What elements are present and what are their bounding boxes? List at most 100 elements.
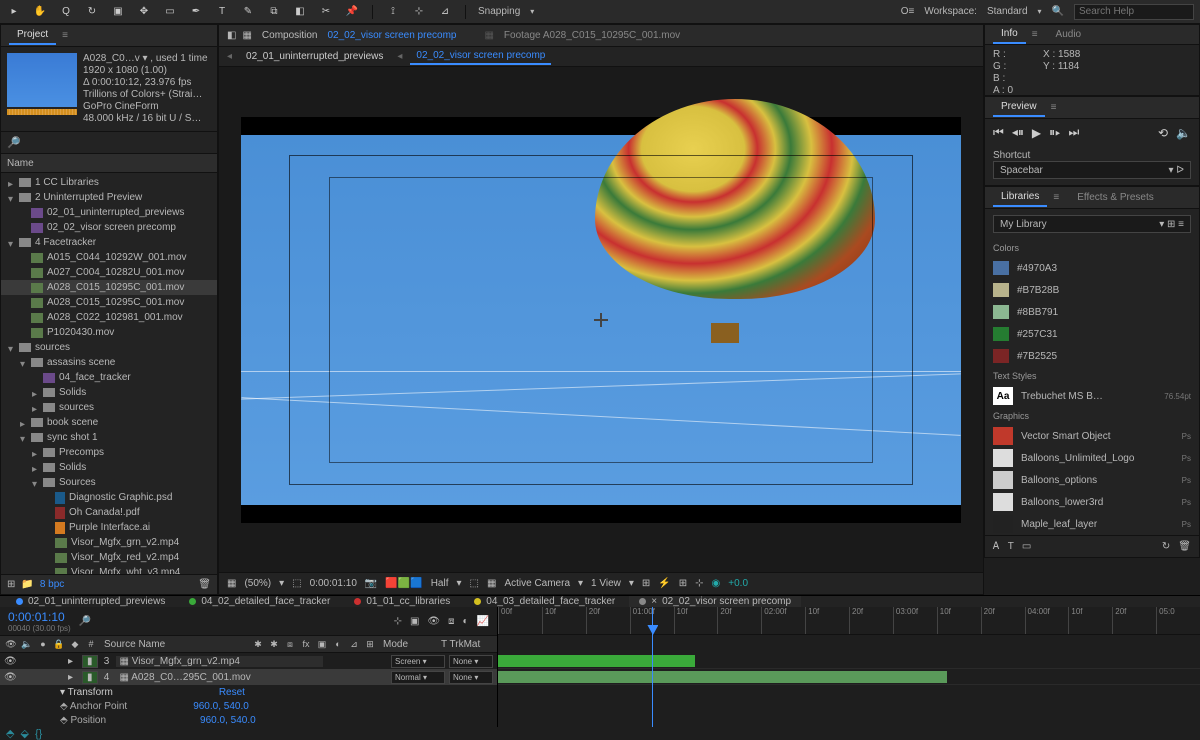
flowchart-icon[interactable]: ⊹ (695, 578, 703, 589)
world-axis-icon[interactable]: ⊹ (411, 4, 427, 20)
motion-blur-icon[interactable]: ◐ (463, 616, 469, 627)
timeline-icon[interactable]: ⊞ (679, 578, 687, 589)
mute-icon[interactable]: 🔈 (1176, 126, 1191, 140)
timeline-tab[interactable]: 04_02_detailed_face_tracker (179, 596, 340, 607)
lib-type-icon[interactable]: T (1008, 541, 1014, 552)
layer-bar[interactable] (498, 671, 947, 683)
timecode-display[interactable]: 0:00:01:10 (310, 578, 357, 589)
shape-tool-icon[interactable]: ▭ (162, 4, 178, 20)
composition-viewer[interactable] (219, 67, 983, 572)
zoom-tool-icon[interactable]: Q (58, 4, 74, 20)
col-audio-icon[interactable]: 🔈 (20, 639, 34, 650)
resolution-down-icon[interactable]: ⬚ (292, 578, 301, 589)
project-search-icon[interactable]: 🔎 (7, 137, 21, 149)
shortcut-dropdown[interactable]: Spacebar▾ ᐅ (993, 161, 1191, 179)
lib-sync-icon[interactable]: ↻ (1162, 541, 1170, 552)
col-trkmat[interactable]: T TrkMat (441, 639, 493, 650)
layer-track[interactable] (498, 669, 1200, 685)
selection-tool-icon[interactable]: ▸ (6, 4, 22, 20)
local-axis-icon[interactable]: ⟟ (385, 4, 401, 20)
always-preview-icon[interactable]: ▦ (227, 578, 236, 589)
tree-item[interactable]: P1020430.mov (1, 325, 217, 340)
timeline-tab[interactable]: 02_01_uninterrupted_previews (6, 596, 175, 607)
exposure-value[interactable]: +0.0 (728, 578, 748, 589)
property-row[interactable]: ⬘ Position960.0, 540.0 (0, 713, 497, 727)
pixel-aspect-icon[interactable]: ⊞ (642, 578, 650, 589)
hide-shy-icon[interactable]: 👁 (427, 616, 440, 627)
panel-menu-icon[interactable]: ≡ (62, 30, 68, 41)
layer-bar[interactable] (498, 655, 695, 667)
layer-row[interactable]: 👁▸▮3▦ Visor_Mgfx_grn_v2.mp4Screen ▾None … (0, 653, 497, 669)
workspace-chevron-icon[interactable]: ▾ (1038, 7, 1042, 16)
fast-preview-icon[interactable]: ⚡ (658, 578, 670, 589)
tree-item[interactable]: 02_01_uninterrupted_previews (1, 205, 217, 220)
breadcrumb-comp[interactable]: 02_02_visor screen precomp (328, 30, 457, 41)
puppet-tool-icon[interactable]: 📌 (344, 4, 360, 20)
hand-tool-icon[interactable]: ✋ (32, 4, 48, 20)
effects-presets-tab[interactable]: Effects & Presets (1069, 189, 1162, 206)
camera-tool-icon[interactable]: ▣ (110, 4, 126, 20)
delete-icon[interactable]: 🗑 (198, 579, 211, 590)
time-ruler[interactable]: 00f10f20f01:00f10f20f02:00f10f20f03:00f1… (498, 607, 1200, 635)
loop-icon[interactable]: ⟲ (1158, 126, 1168, 140)
new-folder-icon[interactable]: 📁 (21, 579, 33, 590)
color-swatch-item[interactable]: #7B2525 (985, 345, 1199, 367)
graphic-item[interactable]: Maple_leaf_layerPs (985, 513, 1199, 535)
bpc-button[interactable]: 8 bpc (40, 579, 64, 590)
pan-behind-tool-icon[interactable]: ✥ (136, 4, 152, 20)
info-tab[interactable]: Info (993, 25, 1026, 44)
comp-tab-previews[interactable]: 02_01_uninterrupted_previews (240, 49, 389, 64)
col-number[interactable]: # (84, 639, 98, 649)
tree-item[interactable]: ▸book scene (1, 415, 217, 430)
roi-icon[interactable]: ⬚ (470, 578, 479, 589)
tab-close-icon[interactable]: × (651, 596, 657, 607)
draft3d-icon[interactable]: ▣ (410, 616, 419, 627)
resolution-dropdown[interactable]: Half (431, 578, 449, 589)
graphic-item[interactable]: Balloons_optionsPs (985, 469, 1199, 491)
comp-mini-flow-icon[interactable]: ⊹ (394, 616, 402, 627)
property-row[interactable]: ▾ TransformReset (0, 685, 497, 699)
col-source-name[interactable]: Source Name (100, 639, 249, 650)
first-frame-icon[interactable]: ⏮ (993, 125, 1004, 140)
tree-item[interactable]: A015_C044_10292W_001.mov (1, 250, 217, 265)
library-selector[interactable]: My Library ▾ ⊞ ≡ (993, 215, 1191, 233)
tree-item[interactable]: Visor_Mgfx_wht_v3.mp4 (1, 565, 217, 574)
tree-item[interactable]: Oh Canada!.pdf (1, 505, 217, 520)
col-label-icon[interactable]: ◆ (68, 639, 82, 650)
text-style-item[interactable]: AaTrebuchet MS B…76.54pt (985, 385, 1199, 407)
tree-item[interactable]: ▸sources (1, 400, 217, 415)
workspace-selector[interactable]: Standard (987, 6, 1028, 17)
name-column[interactable]: Name (7, 158, 34, 169)
libraries-tab[interactable]: Libraries (993, 188, 1047, 207)
playhead[interactable] (652, 607, 653, 727)
tree-item[interactable]: 04_face_tracker (1, 370, 217, 385)
frame-blend-icon[interactable]: ⧈ (448, 616, 454, 627)
tree-item[interactable]: Visor_Mgfx_grn_v2.mp4 (1, 535, 217, 550)
reset-exposure-icon[interactable]: ◉ (712, 578, 721, 589)
gpu-indicator[interactable]: O≡ (901, 6, 915, 17)
views-dropdown[interactable]: 1 View (591, 578, 621, 589)
camera-dropdown[interactable]: Active Camera (504, 578, 570, 589)
lib-delete-icon[interactable]: 🗑 (1178, 541, 1191, 552)
timeline-tab[interactable]: 01_01_cc_libraries (344, 596, 460, 607)
project-tab[interactable]: Project (9, 26, 56, 45)
play-icon[interactable]: ▶ (1032, 126, 1041, 140)
tree-item[interactable]: A028_C022_102981_001.mov (1, 310, 217, 325)
property-row[interactable]: ⬘ Anchor Point960.0, 540.0 (0, 699, 497, 713)
tree-item[interactable]: Visor_Mgfx_red_v2.mp4 (1, 550, 217, 565)
tree-item[interactable]: 02_02_visor screen precomp (1, 220, 217, 235)
project-tree[interactable]: ▸1 CC Libraries▾2 Uninterrupted Preview0… (1, 173, 217, 574)
zoom-chevron-icon[interactable]: ▾ (279, 578, 284, 589)
col-video-icon[interactable]: 👁 (4, 639, 18, 650)
tree-item[interactable]: ▾sources (1, 340, 217, 355)
tree-item[interactable]: ▸Solids (1, 385, 217, 400)
preview-tab[interactable]: Preview (993, 98, 1045, 117)
timeline-tab[interactable]: 04_03_detailed_face_tracker (464, 596, 625, 607)
snapping-chevron-icon[interactable]: ▾ (530, 7, 534, 16)
timeline-tab[interactable]: ×02_02_visor screen precomp (629, 596, 801, 607)
col-lock-icon[interactable]: 🔒 (52, 639, 66, 650)
pen-tool-icon[interactable]: ✒ (188, 4, 204, 20)
audio-tab[interactable]: Audio (1048, 26, 1090, 43)
tree-item[interactable]: A027_C004_10282U_001.mov (1, 265, 217, 280)
comp-tab-visor[interactable]: 02_02_visor screen precomp (410, 48, 551, 65)
